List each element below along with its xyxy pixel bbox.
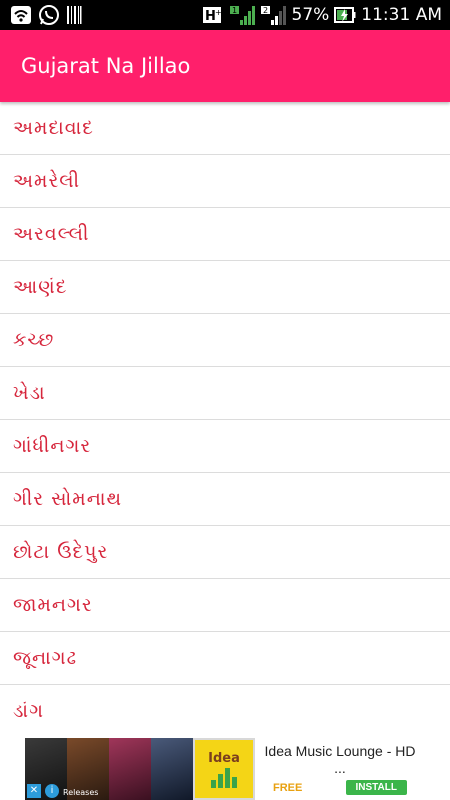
wifi-icon [10,5,32,25]
svg-text:+: + [215,8,222,17]
battery-charging-icon [334,5,356,25]
list-item[interactable]: જૂનાગઢ [0,632,450,685]
close-icon[interactable]: ✕ [27,784,41,798]
install-button[interactable]: INSTALL [345,780,407,795]
list-item[interactable]: અમદાવાદ [0,102,450,155]
list-item[interactable]: ખેડા [0,367,450,420]
idea-logo: Idea [208,750,240,766]
ad-title: Idea Music Lounge - HD ... [264,743,416,776]
info-icon[interactable]: i [45,784,59,798]
ad-thumbnail [109,738,151,800]
list-item-label: આણંદ [13,276,68,298]
list-item-label: છોટા ઉદેપુર [13,541,109,563]
hplus-signal-icon: H + [202,5,225,25]
district-list[interactable]: અમદાવાદ અમરેલી અરવલ્લી આણંદ કચ્છ ખેડા ગા… [0,102,450,734]
list-item[interactable]: જામનગર [0,579,450,632]
signal-sim1-icon: 1 [229,4,256,26]
clock: 11:31 AM [361,5,442,25]
list-item[interactable]: ડાંગ [0,685,450,734]
list-item[interactable]: અમરેલી [0,155,450,208]
svg-text:2: 2 [263,6,268,15]
equalizer-icon [211,767,237,788]
ad-details[interactable]: Idea Music Lounge - HD ... FREE INSTALL [255,738,425,800]
status-bar: H + 1 2 57% 11:31 AM [0,0,450,30]
idea-app-icon[interactable]: Idea [193,738,255,800]
battery-percent: 57% [291,5,330,25]
svg-text:1: 1 [232,6,237,15]
list-item-label: કચ્છ [13,329,55,351]
app-bar: Gujarat Na Jillao [0,30,450,102]
list-item-label: ડાંગ [13,700,44,722]
list-item-label: ખેડા [13,382,46,404]
list-item[interactable]: ગાંધીનગર [0,420,450,473]
list-item-label: ગાંધીનગર [13,435,92,457]
list-item[interactable]: છોટા ઉદેપુર [0,526,450,579]
list-item-label: અમરેલી [13,170,81,192]
list-item[interactable]: અરવલ્લી [0,208,450,261]
ad-thumb-caption: Releases [63,788,99,797]
app-title: Gujarat Na Jillao [21,54,191,78]
ad-thumbnail [151,738,193,800]
ad-banner[interactable]: ✕ i Releases Idea Idea Music Lounge - HD… [25,738,425,800]
list-item[interactable]: કચ્છ [0,314,450,367]
list-item-label: અમદાવાદ [13,117,94,139]
list-item-label: જામનગર [13,594,93,616]
whatsapp-icon [38,4,60,26]
ad-price: FREE [273,781,303,794]
list-item-label: ગીર સોમનાથ [13,488,123,510]
list-item[interactable]: ગીર સોમનાથ [0,473,450,526]
barcode-icon [66,5,82,25]
list-item-label: અરવલ્લી [13,223,90,245]
signal-sim2-icon: 2 [260,4,287,26]
list-item-label: જૂનાગઢ [13,647,78,669]
list-item[interactable]: આણંદ [0,261,450,314]
ad-thumbnail-strip[interactable]: ✕ i Releases [25,738,193,800]
